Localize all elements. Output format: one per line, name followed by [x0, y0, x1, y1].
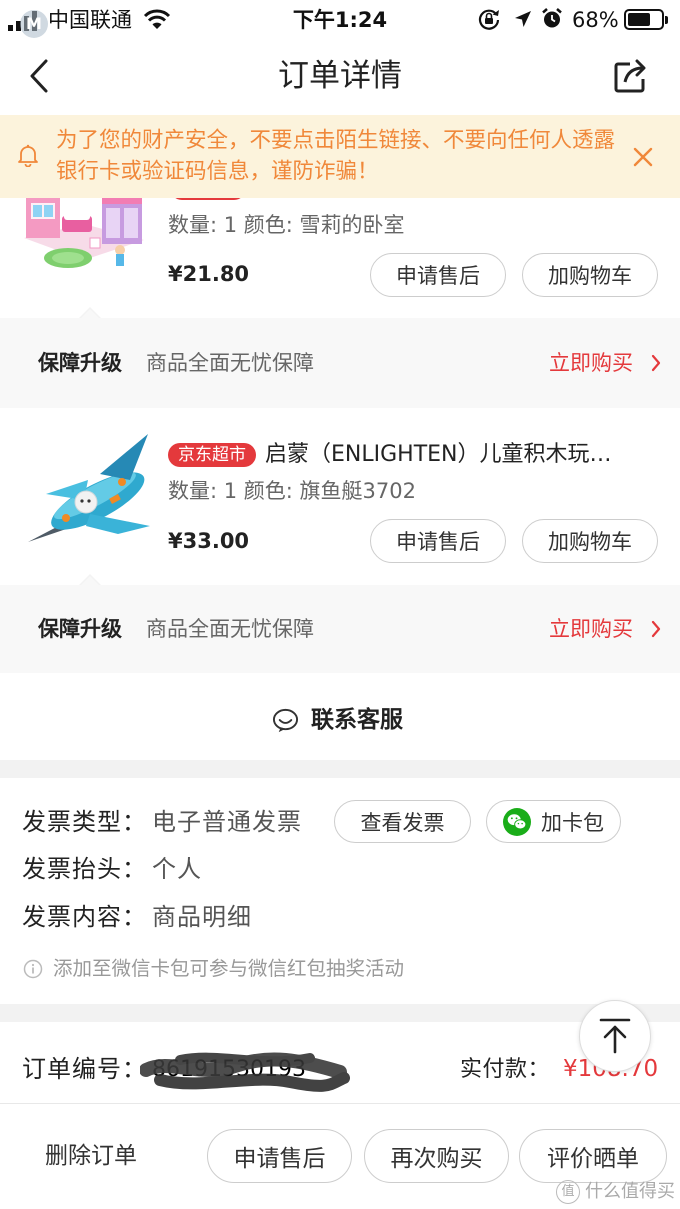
share-icon[interactable] — [612, 57, 650, 95]
protection-label-2: 保障升级 — [38, 617, 122, 641]
warning-line-1: 为了您的财产安全，不要点击陌生链接、不要向任何人透露 — [56, 128, 616, 153]
product-title-2[interactable]: 启蒙（ENLIGHTEN）儿童积木玩… — [265, 440, 640, 470]
battery-level-fill — [628, 13, 650, 26]
section-divider — [0, 760, 680, 778]
invoice-type-label: 发票类型： — [22, 808, 147, 836]
review-button[interactable]: 评价晒单 — [519, 1129, 667, 1183]
buy-protection-link-1[interactable]: 立即购买 — [549, 349, 633, 377]
invoice-type-value: 电子普通发票 — [152, 808, 302, 836]
fraud-warning-banner: 为了您的财产安全，不要点击陌生链接、不要向任何人透露 银行卡或验证码信息，谨防诈… — [0, 115, 680, 198]
product-spec-2: 数量: 1 颜色: 旗鱼艇3702 — [168, 479, 416, 503]
product-spec-1: 数量: 1 颜色: 雪莉的卧室 — [168, 213, 405, 237]
product-price-2: ¥33.00 — [168, 529, 250, 553]
bell-icon — [18, 144, 38, 167]
wechat-card-note: 添加至微信卡包可参与微信红包抽奖活动 — [53, 957, 405, 980]
add-to-card-pack-button[interactable]: 加卡包 — [486, 800, 621, 843]
protection-desc-2: 商品全面无忧保障 — [146, 617, 314, 641]
product-price-1: ¥21.80 — [168, 262, 250, 286]
page-title: 订单详情 — [278, 58, 402, 94]
contact-service-label: 联系客服 — [311, 707, 403, 733]
battery-cap — [665, 16, 668, 24]
nav-bar: 订单详情 — [0, 42, 680, 115]
jd-supermarket-badge: 京东超市 — [168, 443, 256, 467]
customer-service-icon — [272, 708, 299, 733]
watermark-text: 什么值得买 — [585, 1181, 675, 1202]
scroll-to-top-button[interactable] — [579, 1000, 651, 1072]
invoice-content-value: 商品明细 — [152, 903, 252, 931]
add-to-card-pack-label: 加卡包 — [541, 810, 604, 835]
buy-again-button[interactable]: 再次购买 — [364, 1129, 509, 1183]
watermark-logo: 值 — [556, 1180, 580, 1204]
warning-line-2: 银行卡或验证码信息，谨防诈骗！ — [56, 159, 379, 184]
alarm-icon — [542, 8, 562, 28]
order-number-label: 订单编号： — [22, 1055, 147, 1083]
rotation-lock-icon — [478, 9, 500, 30]
protection-row-2: 保障升级 商品全面无忧保障 立即购买 — [0, 585, 680, 673]
add-to-cart-button-2[interactable]: 加购物车 — [522, 519, 658, 563]
scroll-to-top-icon — [599, 1018, 631, 1054]
contact-service-button[interactable]: 联系客服 — [260, 696, 420, 744]
order-summary-row: 订单编号： 86191530193 实付款： ¥108.70 — [0, 1022, 680, 1103]
add-to-cart-button-1[interactable]: 加购物车 — [522, 253, 658, 297]
redaction-scribble — [140, 1052, 350, 1092]
delete-order-button[interactable]: 删除订单 — [45, 1140, 137, 1172]
invoice-content-label: 发票内容： — [22, 903, 147, 931]
section-divider — [0, 1004, 680, 1022]
buy-protection-link-2[interactable]: 立即购买 — [549, 615, 633, 643]
info-icon — [23, 959, 43, 979]
battery-icon — [624, 9, 664, 30]
invoice-title-label: 发票抬头： — [22, 855, 147, 883]
product-image-1[interactable] — [20, 188, 148, 278]
after-sale-button[interactable]: 申请售后 — [207, 1129, 352, 1183]
status-bar: M 中国联通 下午1:24 68% — [0, 0, 680, 42]
chevron-right-icon[interactable] — [650, 353, 662, 373]
paid-amount-label: 实付款： — [460, 1057, 551, 1082]
order-detail-screen: M 中国联通 下午1:24 68% 订单详情 数量: 1 颜色: 雪莉的卧室 ¥… — [0, 0, 680, 1209]
battery-percent: 68% — [572, 8, 619, 32]
close-icon[interactable] — [631, 145, 655, 169]
product-image-2[interactable] — [26, 430, 156, 552]
protection-label-1: 保障升级 — [38, 351, 122, 375]
invoice-title-value: 个人 — [152, 855, 202, 883]
bottom-action-bar: 删除订单 申请售后 再次购买 评价晒单 值 什么值得买 — [0, 1103, 680, 1209]
after-sale-button-1[interactable]: 申请售后 — [370, 253, 506, 297]
location-icon — [515, 11, 531, 27]
protection-row-1: 保障升级 商品全面无忧保障 立即购买 — [0, 318, 680, 408]
after-sale-button-2[interactable]: 申请售后 — [370, 519, 506, 563]
wechat-icon — [503, 807, 531, 836]
chevron-right-icon[interactable] — [650, 619, 662, 639]
view-invoice-button[interactable]: 查看发票 — [334, 800, 471, 843]
invoice-section: 发票类型： 电子普通发票 查看发票 加卡包 发票抬头： 个人 发票内容： 商品明… — [0, 778, 680, 1004]
protection-desc-1: 商品全面无忧保障 — [146, 351, 314, 375]
